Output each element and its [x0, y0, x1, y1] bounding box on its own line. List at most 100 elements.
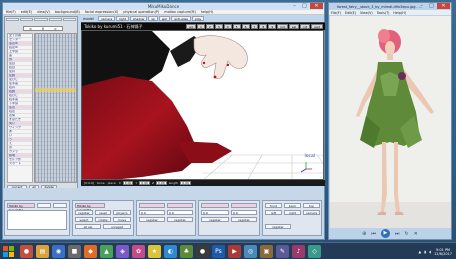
view-right-button[interactable]: right — [284, 210, 301, 215]
taskbar-app-icon[interactable]: ◆ — [84, 245, 97, 258]
menu-background[interactable]: background(B) — [55, 10, 80, 14]
viewport-tab[interactable]: 3 — [214, 24, 223, 29]
taskbar-app-icon[interactable]: ▲ — [100, 245, 113, 258]
menu-facial-expression[interactable]: facial expression(X) — [85, 10, 118, 14]
viewport-tab[interactable]: 1 — [196, 24, 205, 29]
minimize-icon[interactable]: – — [290, 3, 299, 9]
viewport-tab[interactable]: 6 — [241, 24, 250, 29]
frame-next-button[interactable]: > — [54, 27, 57, 31]
keyframe-grid[interactable] — [34, 33, 77, 183]
viewport-tab[interactable]: 7 — [250, 24, 259, 29]
menu-physical-operation[interactable]: physical operation(P) — [123, 10, 159, 14]
lip-morph-select[interactable] — [167, 203, 193, 208]
taskbar-app-icon[interactable]: ◎ — [244, 245, 257, 258]
maximize-icon[interactable]: □ — [427, 3, 436, 9]
reset-button[interactable]: reset — [95, 210, 111, 215]
move-button[interactable]: move — [113, 217, 131, 222]
viewer-menu-edit[interactable]: Edit(E) — [345, 11, 356, 15]
brow-morph-value[interactable]: 0.0 — [201, 210, 229, 215]
view-front-button[interactable]: front — [265, 203, 282, 208]
maximize-icon[interactable]: □ — [300, 3, 309, 9]
select-button[interactable]: select — [75, 217, 93, 222]
antialias-toggle[interactable]: anti-alias — [171, 16, 191, 21]
taskbar-app-icon[interactable]: ✎ — [276, 245, 289, 258]
timeline-tool-button[interactable] — [6, 18, 20, 21]
track-row[interactable]: スカート — [8, 162, 32, 166]
unregister-button[interactable]: unregist — [103, 224, 131, 229]
slideshow-play-icon[interactable]: ▶ — [380, 229, 390, 238]
light-toggle[interactable]: light — [116, 16, 129, 21]
lip-register-button[interactable]: register — [167, 217, 193, 222]
frame-prev-button[interactable]: < — [29, 27, 32, 31]
taskbar-app-icon[interactable]: ● — [196, 245, 209, 258]
bone-select[interactable]: Tokiko by kurumi51 — [75, 203, 105, 212]
coordinate-field[interactable]: 0.00 — [122, 181, 134, 185]
previous-icon[interactable]: ⏮ — [371, 231, 376, 237]
timeline-tool-button[interactable] — [34, 18, 48, 21]
viewer-menu-file[interactable]: File(F) — [331, 11, 341, 15]
brow-register-button[interactable]: register — [201, 217, 229, 222]
taskbar-app-icon[interactable]: ♣ — [180, 245, 193, 258]
windows-start-icon[interactable] — [3, 246, 14, 257]
model-select[interactable]: Tokiko by kurumi51 — [7, 203, 35, 212]
shadow-toggle[interactable]: shadow — [129, 16, 148, 21]
delete-icon[interactable]: ✕ — [414, 231, 418, 237]
menu-motion-capture[interactable]: motion capture(M) — [164, 10, 196, 14]
file-explorer-icon[interactable]: ▤ — [36, 245, 49, 258]
taskbar-app-icon[interactable]: ▣ — [260, 245, 273, 258]
taskbar-app-icon[interactable]: ◉ — [52, 245, 65, 258]
taskbar-app-icon[interactable]: ★ — [148, 245, 161, 258]
eye-register-button[interactable]: register — [139, 217, 165, 222]
taskbar-app-icon[interactable]: ◐ — [164, 245, 177, 258]
viewport-tab[interactable]: sel — [288, 24, 300, 29]
eye-morph-value[interactable]: 0.0 — [139, 210, 165, 215]
3d-viewport[interactable]: local — [81, 30, 324, 180]
viewer-menu-view[interactable]: View(V) — [360, 11, 373, 15]
coordinate-field[interactable]: 0.00 — [180, 181, 191, 185]
camera-register-button[interactable]: register — [265, 224, 291, 229]
taskbar-app-icon[interactable]: ▶ — [228, 245, 241, 258]
timeline-tool-button[interactable] — [62, 18, 77, 21]
menu-edit[interactable]: edit(E) — [21, 10, 32, 14]
sph-toggle[interactable]: sph — [158, 16, 171, 21]
sp-toggle[interactable]: sp — [148, 16, 158, 21]
delete-model-button[interactable] — [53, 203, 67, 208]
menu-view[interactable]: view(V) — [37, 10, 50, 14]
local-mode-label[interactable]: local — [305, 154, 316, 159]
menu-help[interactable]: help(H) — [201, 10, 214, 14]
viewport-tab[interactable]: 4 — [223, 24, 232, 29]
mmd-titlebar[interactable]: MikuMikuDance – □ ✕ — [3, 3, 324, 10]
taskbar-app-icon[interactable]: ✿ — [132, 245, 145, 258]
viewport-tab[interactable]: 5 — [232, 24, 241, 29]
camera-toggle[interactable]: camera — [97, 16, 116, 21]
network-icon[interactable]: ▮ — [424, 250, 426, 254]
coordinate-field[interactable]: 0.00 — [139, 181, 150, 185]
register-button[interactable]: register — [75, 210, 93, 215]
taskbar-app-icon[interactable]: ◈ — [116, 245, 129, 258]
zoom-icon[interactable]: ⊕ — [362, 231, 366, 237]
viewport-tab[interactable]: rot — [300, 24, 311, 29]
taskbar-app-icon[interactable]: ◇ — [308, 245, 321, 258]
taskbar-app-icon[interactable]: ♪ — [292, 245, 305, 258]
other-morph-value[interactable]: 0.0 — [231, 210, 257, 215]
timeline-tool-button[interactable] — [48, 18, 62, 21]
viewport-tab[interactable]: ped — [311, 24, 323, 29]
timeline-tool-button[interactable] — [20, 18, 34, 21]
viewport-tab[interactable]: 9 — [268, 24, 277, 29]
physics-button[interactable]: physics — [113, 210, 131, 215]
minimize-icon[interactable]: – — [417, 3, 426, 9]
eye-morph-select[interactable] — [139, 203, 165, 208]
coordinate-field[interactable]: 0.00 — [156, 181, 167, 185]
viewer-titlebar[interactable]: forest_fairy__stock_3_by_mimdi-d9x3dpu.j… — [329, 3, 451, 10]
view-camera-button[interactable]: camera — [303, 210, 320, 215]
tray-arrow-icon[interactable]: ▲ — [419, 250, 422, 254]
brow-morph-select[interactable] — [201, 203, 229, 208]
rotate-button[interactable]: rotate — [95, 217, 111, 222]
clock[interactable]: 9:01 PM 12/6/2017 — [434, 248, 452, 256]
next-icon[interactable]: ⏭ — [395, 231, 400, 237]
viewport-tab[interactable]: ed — [186, 24, 196, 29]
menu-file[interactable]: file(F) — [6, 10, 16, 14]
other-morph-select[interactable] — [231, 203, 257, 208]
photoshop-icon[interactable]: Ps — [212, 245, 225, 258]
view-top-button[interactable]: top — [303, 203, 320, 208]
